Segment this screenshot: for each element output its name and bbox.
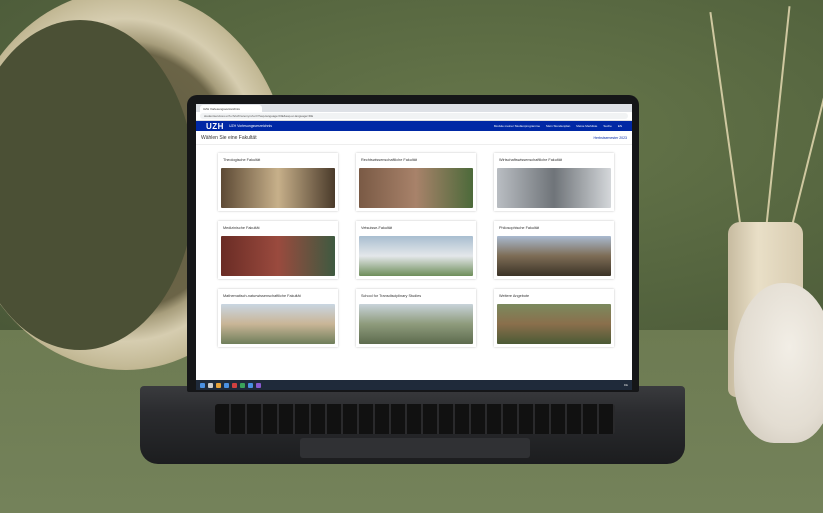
- faculty-label: Wirtschaftswissenschaftliche Fakultät: [499, 158, 562, 162]
- nav-bookmarks[interactable]: Meine Merkliste: [576, 124, 597, 128]
- faculty-grid: Theologische Fakultät Rechtswissenschaft…: [196, 145, 632, 347]
- faculty-image: [221, 236, 335, 276]
- browser-tab-strip: UZH Vorlesungsverzeichnis: [196, 104, 632, 112]
- faculty-card[interactable]: School for Transdisciplinary Studies: [356, 289, 476, 347]
- page-title: Wählen Sie eine Fakultät: [201, 134, 257, 141]
- app-icon[interactable]: [224, 382, 229, 388]
- browser-toolbar: studentservices.uzh.ch/uzh/anonym/vvz/?s…: [196, 112, 632, 121]
- faculty-label: Philosophische Fakultät: [499, 226, 540, 230]
- faculty-image: [359, 236, 473, 276]
- faculty-label: School for Transdisciplinary Studies: [361, 294, 422, 298]
- faculty-image: [221, 168, 335, 208]
- faculty-image: [359, 304, 473, 344]
- nav-modules[interactable]: Module meiner Studienprogramme: [494, 124, 540, 128]
- site-nav: Module meiner Studienprogramme Mein Stun…: [494, 124, 622, 128]
- faculty-card[interactable]: Medizinische Fakultät: [218, 221, 338, 279]
- faculty-image: [221, 304, 335, 344]
- page-subheader: Wählen Sie eine Fakultät Herbstsemester …: [196, 131, 632, 145]
- faculty-label: Vetsuisse-Fakultät: [361, 226, 393, 230]
- app-icon[interactable]: [216, 382, 221, 388]
- faculty-card[interactable]: Weitere Angebote: [494, 289, 614, 347]
- search-icon[interactable]: [208, 382, 213, 388]
- faculty-card[interactable]: Rechtswissenschaftliche Fakultät: [356, 153, 476, 211]
- faculty-label: Mathematisch-naturwissenschaftliche Faku…: [223, 294, 301, 298]
- taskbar-language[interactable]: DE: [624, 383, 628, 387]
- start-icon[interactable]: [200, 382, 205, 388]
- faculty-image: [497, 304, 611, 344]
- site-header: UZH UZH Vorlesungsverzeichnis Module mei…: [196, 121, 632, 131]
- nav-language[interactable]: EN: [618, 124, 622, 128]
- app-icon[interactable]: [232, 382, 237, 388]
- browser-tab[interactable]: UZH Vorlesungsverzeichnis: [200, 104, 262, 112]
- windows-taskbar: DE: [196, 380, 632, 390]
- faculty-image: [359, 168, 473, 208]
- semester-select[interactable]: Herbstsemester 2023: [594, 136, 627, 140]
- faculty-card[interactable]: Mathematisch-naturwissenschaftliche Faku…: [218, 289, 338, 347]
- app-icon[interactable]: [248, 382, 253, 388]
- faculty-card[interactable]: Philosophische Fakultät: [494, 221, 614, 279]
- round-vase: [734, 283, 823, 443]
- faculty-card[interactable]: Vetsuisse-Fakultät: [356, 221, 476, 279]
- faculty-label: Medizinische Fakultät: [223, 226, 260, 230]
- address-bar[interactable]: studentservices.uzh.ch/uzh/anonym/vvz/?s…: [200, 113, 628, 119]
- faculty-label: Theologische Fakultät: [223, 158, 261, 162]
- faculty-label: Rechtswissenschaftliche Fakultät: [361, 158, 417, 162]
- site-title: UZH Vorlesungsverzeichnis: [228, 124, 272, 128]
- faculty-card[interactable]: Wirtschaftswissenschaftliche Fakultät: [494, 153, 614, 211]
- faculty-card[interactable]: Theologische Fakultät: [218, 153, 338, 211]
- laptop-keyboard: [215, 404, 615, 434]
- laptop-trackpad: [300, 438, 530, 458]
- app-icon[interactable]: [240, 382, 245, 388]
- nav-timetable[interactable]: Mein Stundenplan: [546, 124, 570, 128]
- faculty-image: [497, 168, 611, 208]
- photo-scene: UZH Vorlesungsverzeichnis studentservice…: [0, 0, 823, 513]
- ring-hole: [0, 20, 195, 350]
- app-icon[interactable]: [256, 382, 261, 388]
- laptop-screen: UZH Vorlesungsverzeichnis studentservice…: [196, 104, 632, 390]
- faculty-image: [497, 236, 611, 276]
- faculty-label: Weitere Angebote: [499, 294, 530, 298]
- uzh-logo[interactable]: UZH: [206, 122, 224, 131]
- nav-search[interactable]: Suche: [603, 124, 612, 128]
